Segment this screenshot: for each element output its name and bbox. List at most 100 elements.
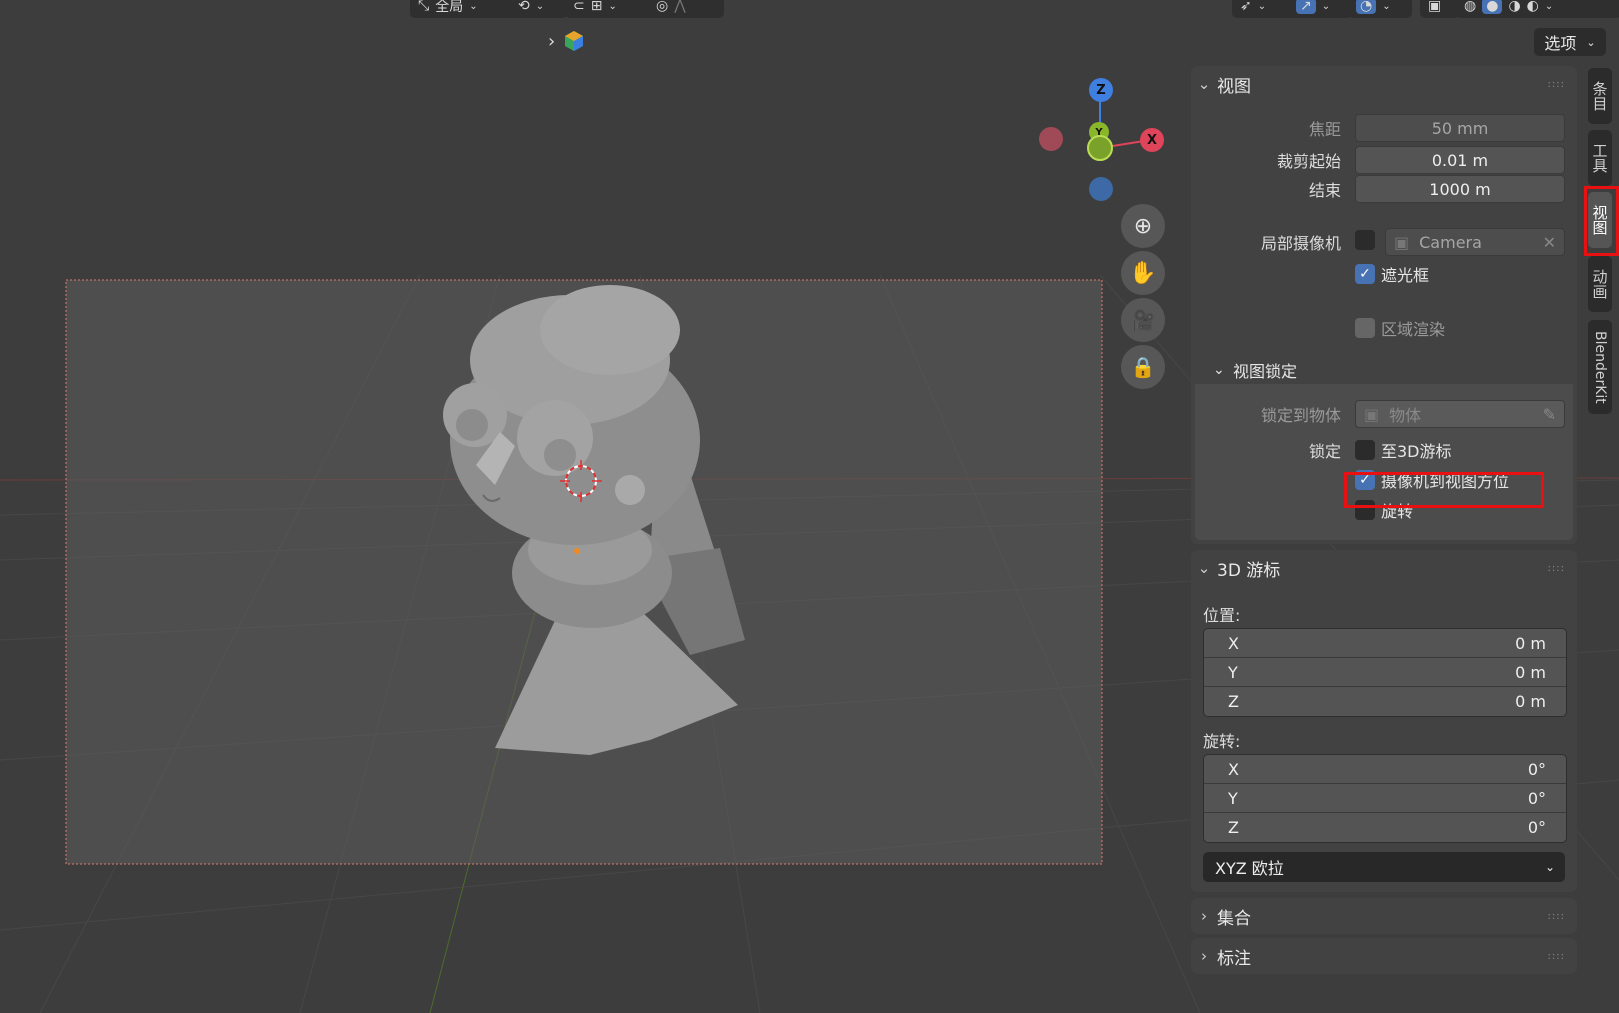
scene-collection-icon: [565, 31, 584, 51]
gizmo-negative-y[interactable]: [1087, 135, 1113, 161]
chevron-down-icon: ⌄: [1213, 362, 1225, 378]
chevron-down-icon: ⌄: [1257, 0, 1267, 12]
wireframe-shading-icon[interactable]: ◍: [1464, 0, 1476, 14]
falloff-icon: ⋀: [674, 0, 686, 14]
object-origin: [574, 548, 580, 554]
drag-grip-icon[interactable]: ::::: [1548, 911, 1565, 922]
region-render-checkbox[interactable]: [1355, 318, 1375, 338]
chevron-right-icon[interactable]: ›: [548, 31, 555, 52]
close-icon[interactable]: ✕: [1543, 233, 1556, 252]
chevron-down-icon: ⌄: [469, 0, 478, 12]
camera-data-icon: ▣: [1394, 232, 1410, 252]
clip-start-field[interactable]: 0.01 m: [1355, 146, 1565, 174]
view-panel-header[interactable]: ⌄ 视图 ::::: [1191, 66, 1577, 102]
options-dropdown[interactable]: 选项 ⌄: [1534, 28, 1606, 56]
gizmo-x-axis[interactable]: X: [1140, 128, 1164, 152]
overlay-toggle[interactable]: ◔ ⌄: [1348, 0, 1412, 18]
chevron-down-icon: ⌄: [1586, 35, 1596, 49]
shading-mode-group[interactable]: ◍ ● ◑ ◐ ⌄: [1456, 0, 1619, 18]
pivot-icon: ⟲: [518, 0, 530, 14]
gizmo-negative-x[interactable]: [1039, 127, 1063, 151]
lock-icon: 🔒: [1130, 355, 1156, 379]
drag-grip-icon[interactable]: ::::: [1548, 951, 1565, 962]
collections-panel[interactable]: › 集合 ::::: [1191, 898, 1577, 934]
hand-icon: ✋: [1129, 260, 1157, 286]
lock-3d-cursor-checkbox[interactable]: [1355, 440, 1375, 460]
gizmo-negative-z[interactable]: [1089, 177, 1113, 201]
overlay-icon: ◔: [1356, 0, 1377, 14]
cursor-location-x-field[interactable]: X0 m: [1204, 629, 1566, 658]
cursor-rotation-label: 旋转:: [1203, 732, 1241, 751]
snap-group[interactable]: ⊂ ⊞ ⌄: [565, 0, 655, 18]
cursor-rotation-z-field[interactable]: Z 0°: [1204, 813, 1566, 842]
eyedropper-icon[interactable]: ✎: [1543, 405, 1556, 424]
region-render-label: 区域渲染: [1381, 320, 1446, 339]
collections-panel-header[interactable]: › 集合 ::::: [1191, 898, 1577, 934]
zoom-icon: ⊕: [1133, 213, 1153, 239]
focal-length-field[interactable]: 50 mm: [1355, 114, 1565, 142]
gizmo-icon: ↗: [1296, 0, 1316, 14]
pan-button[interactable]: ✋: [1121, 251, 1165, 295]
local-camera-label: 局部摄像机: [1260, 234, 1341, 253]
clip-start-label: 裁剪起始: [1276, 152, 1341, 171]
chevron-down-icon: ⌄: [1321, 0, 1331, 12]
xray-icon: ▣: [1428, 0, 1442, 14]
tab-tool[interactable]: 工具: [1588, 130, 1612, 186]
proportional-edit-icon: ◎: [656, 0, 669, 14]
lock-label: 锁定: [1308, 442, 1341, 461]
drag-grip-icon[interactable]: ::::: [1548, 563, 1565, 574]
tab-blenderkit[interactable]: BlenderKit: [1588, 320, 1612, 414]
gizmo-toggle[interactable]: ↗ ⌄: [1288, 0, 1352, 18]
tab-item[interactable]: 条目: [1588, 68, 1612, 124]
passepartout-checkbox[interactable]: ✓: [1355, 264, 1375, 284]
view-lock-subpanel-header[interactable]: ⌄ 视图锁定: [1213, 358, 1297, 382]
chevron-down-icon: ⌄: [1544, 0, 1554, 12]
rendered-shading-icon[interactable]: ◐: [1527, 0, 1539, 14]
object-icon: ▣: [1364, 404, 1380, 424]
drag-grip-icon[interactable]: ::::: [1548, 79, 1565, 90]
lock-camera-button[interactable]: 🔒: [1121, 345, 1165, 389]
chevron-down-icon: ⌄: [608, 0, 617, 12]
lock-3d-cursor-label: 至3D游标: [1381, 442, 1452, 461]
rotation-mode-dropdown[interactable]: XYZ 欧拉 ⌄: [1203, 852, 1565, 882]
tab-animation[interactable]: 动画: [1588, 256, 1612, 312]
highlight-view-tab: [1584, 186, 1619, 256]
lock-to-object-field[interactable]: ▣ 物体 ✎: [1355, 400, 1565, 428]
3d-cursor-panel-header[interactable]: ⌄ 3D 游标 ::::: [1191, 550, 1577, 586]
focal-length-label: 焦距: [1308, 120, 1341, 139]
cursor-location-y-field[interactable]: Y0 m: [1204, 658, 1566, 687]
cursor-location-vector: X0 m Y0 m Z0 m: [1203, 628, 1567, 717]
xray-toggle[interactable]: ▣: [1420, 0, 1460, 18]
chevron-down-icon: ⌄: [1197, 75, 1211, 93]
proportional-edit-group[interactable]: ◎ ⋀: [648, 0, 724, 18]
chevron-down-icon: ⌄: [1544, 860, 1555, 874]
cursor-location-z-field[interactable]: Z0 m: [1204, 687, 1566, 716]
local-camera-checkbox[interactable]: [1355, 230, 1375, 250]
highlight-lock-camera-to-view: [1344, 472, 1544, 508]
solid-shading-icon[interactable]: ●: [1482, 0, 1503, 14]
material-shading-icon[interactable]: ◑: [1508, 0, 1520, 14]
gizmo-z-axis[interactable]: Z: [1089, 78, 1113, 102]
snap-increment-icon: ⊞: [590, 0, 603, 14]
3d-cursor-panel: ⌄ 3D 游标 :::: 位置: X0 m Y0 m Z0 m 旋转: X 0° …: [1191, 550, 1577, 892]
transform-orientation-dropdown[interactable]: ⤡ 全局 ⌄: [410, 0, 518, 18]
camera-view-button[interactable]: 🎥: [1121, 298, 1165, 342]
clip-end-field[interactable]: 1000 m: [1355, 175, 1565, 203]
pivot-dropdown[interactable]: ⟲ ⌄: [510, 0, 568, 18]
cursor-rotation-vector: X 0° Y 0° Z 0°: [1203, 754, 1567, 843]
chevron-down-icon: ⌄: [535, 0, 545, 12]
cursor-rotation-x-field[interactable]: X 0°: [1204, 755, 1566, 784]
lock-to-object-label: 锁定到物体: [1260, 406, 1341, 425]
cursor-rotation-y-field[interactable]: Y 0°: [1204, 784, 1566, 813]
move-orientation-icon: ⤡: [418, 0, 430, 14]
chevron-right-icon: ›: [1201, 907, 1207, 925]
local-camera-field[interactable]: ▣ Camera ✕: [1385, 228, 1565, 256]
annotations-panel[interactable]: › 标注 ::::: [1191, 938, 1577, 974]
zoom-button[interactable]: ⊕: [1121, 204, 1165, 248]
clip-end-label: 结束: [1308, 181, 1341, 200]
annotations-panel-header[interactable]: › 标注 ::::: [1191, 938, 1577, 974]
breadcrumb: ›: [548, 30, 585, 52]
checkmark-icon: ✓: [1359, 266, 1371, 282]
gizmo-visibility-group[interactable]: ➶ ⌄: [1232, 0, 1296, 18]
chevron-down-icon: ⌄: [1197, 559, 1211, 577]
